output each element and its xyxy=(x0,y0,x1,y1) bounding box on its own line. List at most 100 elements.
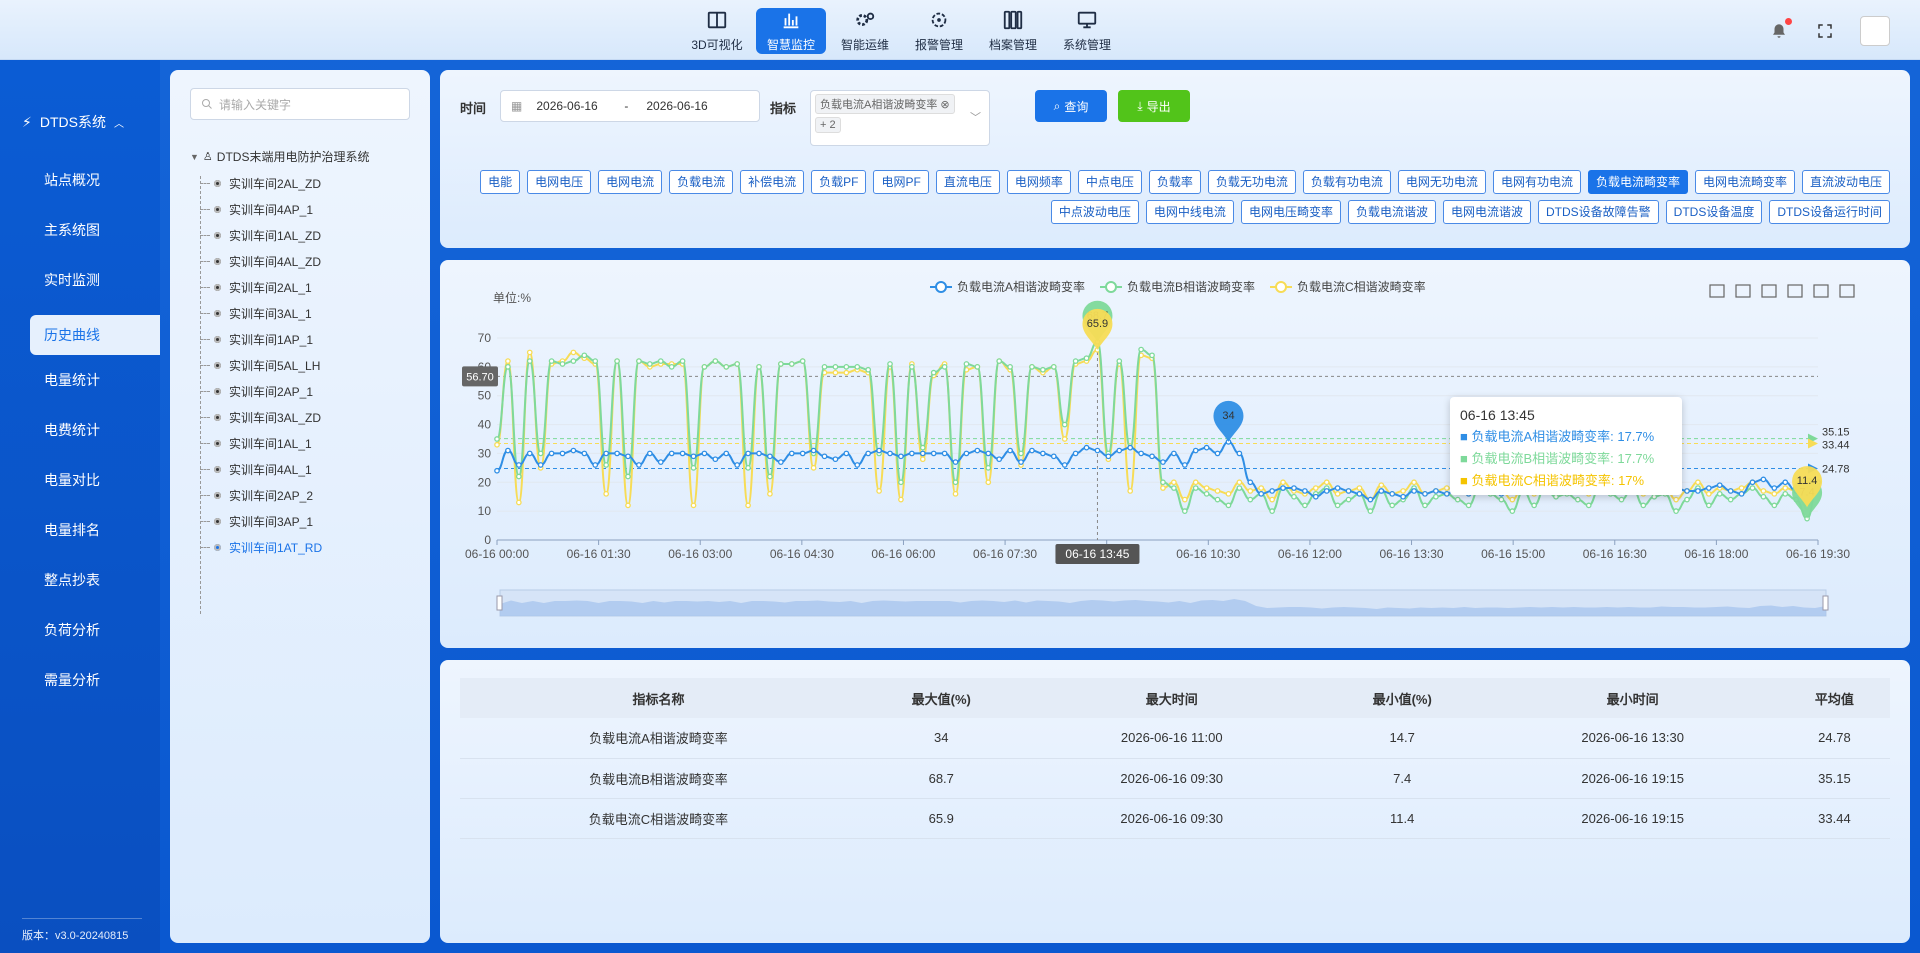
data-point xyxy=(1454,496,1461,503)
sidebar-item-6[interactable]: 电量对比 xyxy=(30,460,160,510)
gears-icon xyxy=(854,9,876,36)
export-button[interactable]: ⤓ 导出 xyxy=(1118,90,1190,122)
metric-tag[interactable]: DTDS设备运行时间 xyxy=(1769,200,1890,224)
data-point xyxy=(1050,364,1057,370)
tree-search-input[interactable]: 请输入关键字 xyxy=(190,88,410,120)
bar-switch-icon[interactable] xyxy=(1787,284,1803,298)
data-zoom-handle-left[interactable] xyxy=(496,595,503,611)
sidebar-item-9[interactable]: 负荷分析 xyxy=(30,610,160,660)
fullscreen-icon[interactable] xyxy=(1814,20,1836,42)
sidebar-item-10[interactable]: 需量分析 xyxy=(30,660,160,710)
sidebar-item-7[interactable]: 电量排名 xyxy=(30,510,160,560)
metric-tag[interactable]: 电网中线电流 xyxy=(1145,200,1234,224)
sidebar-item-8[interactable]: 整点抄表 xyxy=(30,560,160,610)
metric-tag[interactable]: 电网PF xyxy=(873,170,929,194)
metric-tag[interactable]: 中点电压 xyxy=(1077,170,1142,194)
sidebar-item-3[interactable]: 历史曲线 xyxy=(30,315,160,355)
data-point xyxy=(919,456,926,463)
sidebar-item-2[interactable]: 实时监测 xyxy=(30,260,160,310)
topnav-item-4[interactable]: 档案管理 xyxy=(978,8,1048,54)
tree-node[interactable]: 实训车间5AL_LH xyxy=(200,352,322,378)
tree-node[interactable]: 实训车间3AP_1 xyxy=(200,508,322,534)
tree-node[interactable]: 实训车间1AL_ZD xyxy=(200,222,322,248)
metric-tag[interactable]: 负载有功电流 xyxy=(1302,170,1391,194)
crop-icon[interactable] xyxy=(1709,284,1725,298)
metric-tag[interactable]: 负载无功电流 xyxy=(1207,170,1296,194)
tree-node[interactable]: 实训车间1AT_RD xyxy=(200,534,322,560)
metric-tag[interactable]: 电网电压 xyxy=(527,170,592,194)
metric-tag[interactable]: 电网电流谐波 xyxy=(1442,200,1531,224)
tree-node[interactable]: 实训车间3AL_1 xyxy=(200,300,322,326)
tree-root[interactable]: ▼ ♙ DTDS末端用电防护治理系统 xyxy=(190,148,369,165)
tree-node[interactable]: 实训车间2AL_ZD xyxy=(200,170,322,196)
data-point xyxy=(1673,508,1679,514)
line-switch-icon[interactable] xyxy=(1761,284,1777,298)
avatar[interactable] xyxy=(1860,16,1890,46)
topnav-item-2[interactable]: 智能运维 xyxy=(830,8,900,54)
data-zoom-handle-right[interactable] xyxy=(1822,595,1829,611)
date-start[interactable]: 2026-06-16 xyxy=(536,99,624,113)
metric-tag[interactable]: 负载电流畸变率 xyxy=(1587,170,1688,194)
selected-metric-tag[interactable]: 负载电流A相谐波畸变率 ⊗ xyxy=(815,94,955,114)
data-point xyxy=(1378,482,1385,489)
sidebar-item-5[interactable]: 电费统计 xyxy=(30,410,160,460)
tree-node-label: 实训车间5AL_LH xyxy=(229,358,321,373)
metric-tag[interactable]: 中点波动电压 xyxy=(1050,200,1139,224)
metric-tag[interactable]: 电能 xyxy=(480,170,521,194)
metric-tag[interactable]: 电网有功电流 xyxy=(1492,170,1581,194)
metric-tag[interactable]: 电网无功电流 xyxy=(1397,170,1486,194)
metric-tag[interactable]: DTDS设备温度 xyxy=(1665,200,1763,224)
tree-node[interactable]: 实训车间2AL_1 xyxy=(200,274,322,300)
data-point xyxy=(941,450,948,457)
tag-close-icon[interactable]: ⊗ xyxy=(940,99,949,111)
tree-node[interactable]: 实训车间4AP_1 xyxy=(200,196,322,222)
data-point xyxy=(1760,476,1767,483)
metric-tag[interactable]: 电网电流畸变率 xyxy=(1694,170,1795,194)
query-button[interactable]: ⌕ 查询 xyxy=(1035,90,1107,122)
tree-node[interactable]: 实训车间4AL_1 xyxy=(200,456,322,482)
data-point xyxy=(1029,447,1035,454)
sidebar-item-0[interactable]: 站点概况 xyxy=(30,160,160,210)
tree-node[interactable]: 实训车间4AL_ZD xyxy=(200,248,322,274)
metric-tag[interactable]: 负载率 xyxy=(1148,170,1201,194)
legend-marker-0[interactable] xyxy=(935,281,947,293)
topnav-item-5[interactable]: 系统管理 xyxy=(1052,8,1122,54)
crop-undo-icon[interactable] xyxy=(1735,284,1751,298)
stats-table-panel: 指标名称 最大值(%) 最大时间 最小值(%) 最小时间 平均值 负载电流A相谐波畸变率 3… xyxy=(440,660,1910,943)
metric-tag[interactable]: 电网电压畸变率 xyxy=(1240,200,1341,224)
metric-tag[interactable]: 负载电流 xyxy=(669,170,734,194)
sidebar-item-1[interactable]: 主系统图 xyxy=(30,210,160,260)
sidebar-item-4[interactable]: 电量统计 xyxy=(30,360,160,410)
download-icon[interactable] xyxy=(1839,284,1855,298)
data-point xyxy=(1618,496,1625,503)
topnav-item-3[interactable]: 报警管理 xyxy=(904,8,974,54)
tree-node[interactable]: 实训车间2AP_2 xyxy=(200,482,322,508)
metric-select[interactable]: 负载电流A相谐波畸变率 ⊗ + 2 ﹀ xyxy=(810,90,990,146)
refresh-icon[interactable] xyxy=(1813,284,1829,298)
date-end[interactable]: 2026-06-16 xyxy=(646,99,707,113)
metric-tag[interactable]: 电网电流 xyxy=(598,170,663,194)
metric-tag[interactable]: 负载电流谐波 xyxy=(1347,200,1436,224)
metric-tag[interactable]: DTDS设备故障告警 xyxy=(1537,200,1659,224)
data-point xyxy=(974,364,981,370)
metric-tag[interactable]: 直流电压 xyxy=(935,170,1000,194)
legend-marker-2[interactable] xyxy=(1275,281,1287,293)
bell-icon[interactable] xyxy=(1768,18,1792,42)
metric-tag[interactable]: 电网频率 xyxy=(1006,170,1071,194)
topnav-item-0[interactable]: 3D可视化 xyxy=(682,8,752,54)
tree-node[interactable]: 实训车间1AL_1 xyxy=(200,430,322,456)
data-point xyxy=(1160,459,1166,465)
date-range-picker[interactable]: ▦ 2026-06-16 - 2026-06-16 xyxy=(500,90,760,122)
data-point xyxy=(1214,496,1221,503)
tree-node[interactable]: 实训车间2AP_1 xyxy=(200,378,322,404)
metric-tag[interactable]: 负载PF xyxy=(811,170,867,194)
system-title[interactable]: ⚡ DTDS系统 ︿ xyxy=(22,112,124,132)
history-line-chart[interactable]: 单位:% 负载电流A相谐波畸变率 负载电流B相谐波畸变率 负载电流C相谐波畸变率 0 10… xyxy=(440,260,1910,648)
metric-tag[interactable]: 补偿电流 xyxy=(740,170,805,194)
tree-node[interactable]: 实训车间3AL_ZD xyxy=(200,404,322,430)
topnav-item-1[interactable]: 智慧监控 xyxy=(756,8,826,54)
data-point xyxy=(1323,479,1330,486)
legend-marker-1[interactable] xyxy=(1105,281,1117,293)
tree-node[interactable]: 实训车间1AP_1 xyxy=(200,326,322,352)
metric-tag[interactable]: 直流波动电压 xyxy=(1801,170,1890,194)
